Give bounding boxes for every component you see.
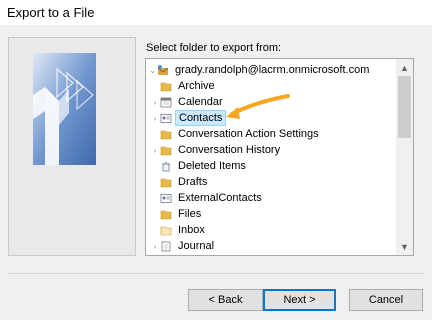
next-button[interactable]: Next >: [263, 289, 336, 311]
tree-item-contacts[interactable]: › Contacts: [154, 110, 227, 126]
tree-item-label: Conversation Action Settings: [178, 128, 319, 140]
tree-root-account[interactable]: ⌄ grady.randolph@lacrm.onmicrosoft.com: [148, 62, 372, 78]
tree-item-externalcontacts[interactable]: ExternalContacts: [160, 190, 265, 206]
tree-item-conversation-action-settings[interactable]: Conversation Action Settings: [160, 126, 322, 142]
expand-icon[interactable]: ›: [151, 142, 159, 158]
tree-item-label: Conversation History: [178, 144, 281, 156]
expand-icon[interactable]: ›: [151, 238, 159, 254]
tree-item-journal[interactable]: › Journal: [154, 238, 217, 254]
tree-item-inbox[interactable]: Inbox: [160, 222, 208, 238]
vertical-scrollbar[interactable]: ▲ ▼: [396, 59, 413, 255]
footer-separator: [8, 273, 424, 274]
folder-icon: [160, 129, 172, 140]
collapse-icon[interactable]: ⌄: [148, 62, 157, 78]
tree-item-label: Contacts: [175, 110, 227, 126]
expand-icon[interactable]: ›: [151, 110, 159, 126]
title-bar: Export to a File: [0, 0, 432, 26]
tree-item-archive[interactable]: Archive: [160, 78, 218, 94]
tree-item-label: Journal: [178, 240, 215, 252]
journal-icon: [160, 241, 172, 252]
trash-icon: [160, 161, 172, 172]
expand-icon[interactable]: ›: [151, 94, 159, 110]
tree-item-conversation-history[interactable]: › Conversation History: [154, 142, 283, 158]
contacts-icon: [160, 193, 172, 204]
folder-icon: [160, 209, 172, 220]
tree-item-drafts[interactable]: Drafts: [160, 174, 210, 190]
folder-icon: [160, 81, 172, 92]
account-label: grady.randolph@lacrm.onmicrosoft.com: [175, 64, 370, 76]
tree-item-label: Archive: [178, 80, 215, 92]
tree-item-calendar[interactable]: › Calendar: [154, 94, 226, 110]
cancel-button[interactable]: Cancel: [349, 289, 423, 311]
tree-item-deleted-items[interactable]: Deleted Items: [160, 158, 249, 174]
folder-icon: [160, 145, 172, 156]
window-title: Export to a File: [7, 5, 95, 20]
tree-item-label: Drafts: [178, 176, 208, 188]
folder-tree[interactable]: ⌄ grady.randolph@lacrm.onmicrosoft.com A…: [145, 58, 414, 256]
calendar-icon: [160, 97, 172, 108]
wizard-graphic: [33, 53, 96, 165]
folder-prompt: Select folder to export from:: [146, 42, 282, 54]
tree-item-label: Inbox: [178, 224, 205, 236]
tree-item-files[interactable]: Files: [160, 206, 204, 222]
tree-item-label: Calendar: [178, 96, 223, 108]
tree-item-label: Deleted Items: [178, 160, 246, 172]
mailbox-icon: [157, 64, 169, 76]
scroll-up-icon[interactable]: ▲: [396, 59, 413, 76]
scroll-down-icon[interactable]: ▼: [396, 238, 413, 255]
tree-item-label: Files: [178, 208, 202, 220]
folder-icon: [160, 177, 172, 188]
scroll-thumb[interactable]: [398, 76, 411, 138]
tree-item-label: ExternalContacts: [178, 192, 262, 204]
annotation-arrow-icon: [226, 94, 290, 119]
inbox-icon: [160, 225, 172, 236]
back-button[interactable]: < Back: [188, 289, 263, 311]
contacts-icon: [160, 113, 172, 124]
